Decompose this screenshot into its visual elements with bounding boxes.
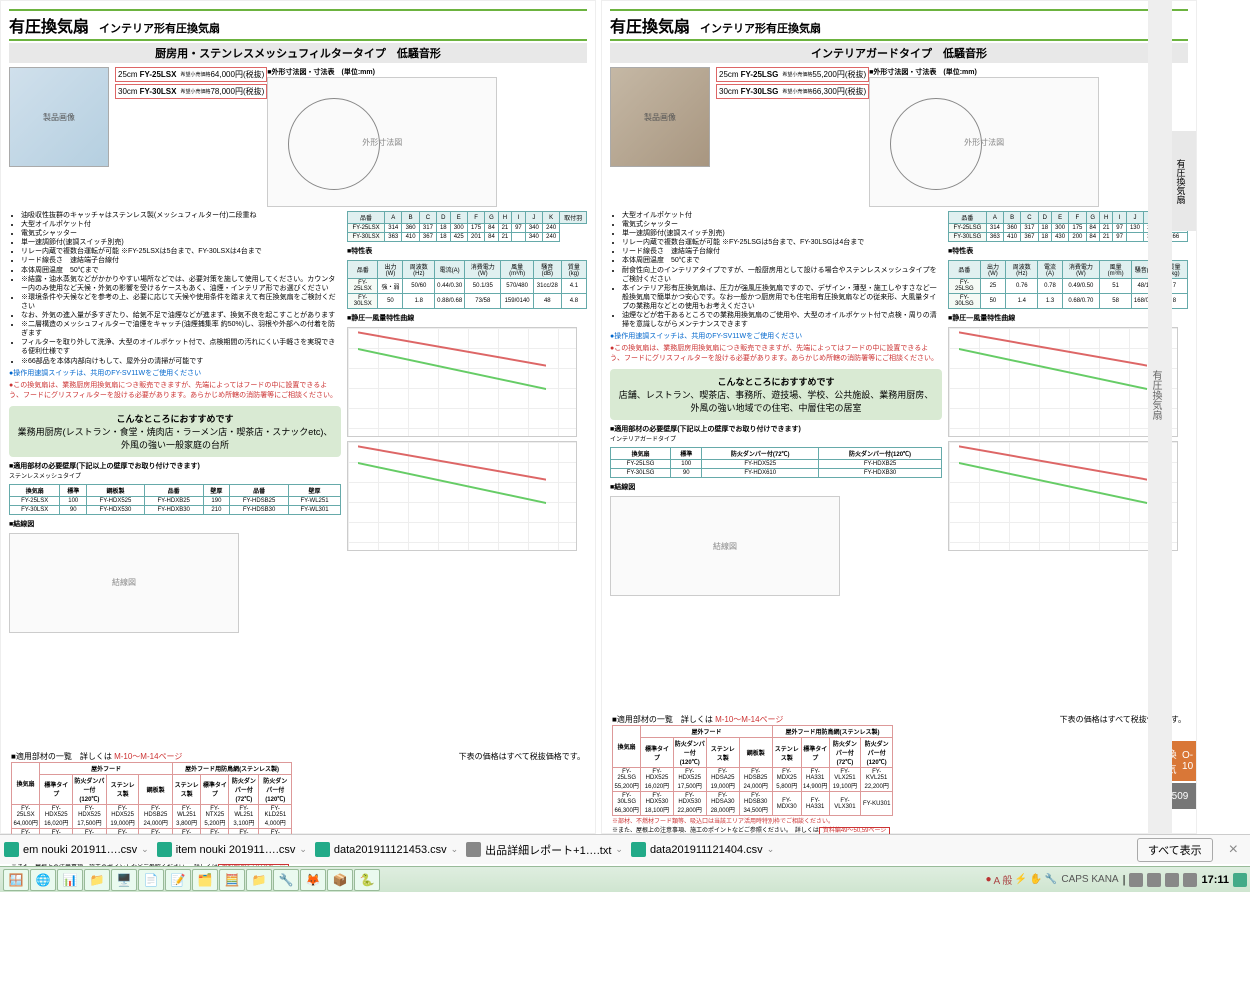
feature-bullets: 油吸収性抜群のキャッチャはステンレス製(メッシュフィルター付)二段重ね 大型オイ… bbox=[9, 211, 341, 366]
product-image: 製品画像 bbox=[610, 67, 710, 167]
close-downloads-button[interactable]: × bbox=[1221, 841, 1246, 859]
parts-section-label: ■適用部材の必要壁厚(下記以上の壁厚でお取り付けできます) bbox=[610, 424, 942, 434]
tray-icon[interactable] bbox=[1183, 873, 1197, 887]
page-title: インテリアガードタイプ 低騒音形 bbox=[610, 43, 1188, 63]
catalog-page-left: 有圧換気扇 インテリア形有圧換気扇 厨房用・ステンレスメッシュフィルタータイプ … bbox=[0, 0, 596, 834]
csv-file-icon bbox=[315, 842, 330, 857]
taskbar-app-button[interactable]: 🌐 bbox=[30, 869, 56, 891]
taskbar-app-button[interactable]: 🗂️ bbox=[192, 869, 218, 891]
parts-table: 換気扇標準防火ダンパー付(72℃)防火ダンパー付(120℃) FY-25LSG1… bbox=[610, 447, 942, 478]
ime-mode-indicator[interactable]: ●A 般 ⚡ ✋ 🔧 bbox=[985, 872, 1057, 887]
wiring-label: ■結線図 bbox=[9, 519, 341, 529]
parts-section-label: ■適用部材の必要壁厚(下記以上の壁厚でお取り付けできます) bbox=[9, 461, 341, 471]
note-red: ●この換気扇は、業務厨房用換気扇につき販売できますが、先端によってはフードの中に… bbox=[9, 380, 341, 400]
wiring-diagram: 結線図 bbox=[9, 533, 239, 633]
txt-file-icon bbox=[466, 842, 481, 857]
taskbar-app-button[interactable]: 📦 bbox=[327, 869, 353, 891]
taskbar-app-button[interactable]: 🧮 bbox=[219, 869, 245, 891]
tray-icon[interactable] bbox=[1129, 873, 1143, 887]
download-item[interactable]: data201911121404.csv ⌄ bbox=[631, 842, 774, 857]
wiring-label: ■結線図 bbox=[610, 482, 942, 492]
drawing-label: ■外形寸法図・寸法表 (単位:mm) bbox=[267, 67, 497, 77]
note-red: ●この換気扇は、業務厨房用換気扇につき販売できますが、先端によってはフードの中に… bbox=[610, 343, 942, 363]
taskbar-app-button[interactable]: 📝 bbox=[165, 869, 191, 891]
price-row: 30cm FY-30LSG 希望小売価格 66,300円(税抜) bbox=[716, 84, 869, 99]
csv-file-icon bbox=[4, 842, 19, 857]
download-filename: 出品詳細レポート+1….txt bbox=[485, 842, 611, 858]
note-blue: ●操作用速調スイッチは、共用のFY-SV11Wをご使用ください bbox=[610, 331, 942, 341]
price-row: 25cm FY-25LSX 希望小売価格 64,000円(税抜) bbox=[115, 67, 267, 82]
performance-chart-2 bbox=[948, 441, 1178, 551]
show-all-downloads-button[interactable]: すべて表示 bbox=[1137, 838, 1213, 862]
taskbar-app-button[interactable]: 🐍 bbox=[354, 869, 380, 891]
download-item[interactable]: item nouki 201911….csv⌄ bbox=[157, 842, 307, 857]
chevron-down-icon[interactable]: ⌄ bbox=[141, 844, 149, 855]
show-desktop-button[interactable] bbox=[1233, 873, 1247, 887]
spec-table: 品番出力(W)周波数(Hz)電流(A)消費電力(W)風量(m³/h)騒音(dB)… bbox=[347, 260, 587, 309]
csv-file-icon bbox=[631, 842, 646, 857]
wiring-diagram: 結線図 bbox=[610, 496, 840, 596]
performance-chart bbox=[948, 327, 1178, 437]
category-title: 有圧換気扇 bbox=[610, 13, 690, 37]
technical-drawing: 外形寸法図 bbox=[267, 77, 497, 207]
performance-chart-2 bbox=[347, 441, 577, 551]
download-item[interactable]: 出品詳細レポート+1….txt ⌄ bbox=[466, 842, 623, 858]
chevron-down-icon[interactable]: ⌄ bbox=[451, 844, 459, 855]
recommend-box: こんなところにおすすめです 業務用厨房(レストラン・食堂・焼肉店・ラーメン店・喫… bbox=[9, 406, 341, 457]
download-filename: data201911121453.csv bbox=[334, 844, 447, 856]
tray-icon[interactable] bbox=[1165, 873, 1179, 887]
chevron-down-icon[interactable]: ⌄ bbox=[615, 844, 623, 855]
recommend-box: こんなところにおすすめです 店舗、レストラン、喫茶店、事務所、遊技場、学校、公共… bbox=[610, 369, 942, 420]
viewer-sidebar[interactable]: 有圧換気扇 bbox=[1148, 0, 1172, 834]
download-filename: item nouki 201911….csv bbox=[176, 844, 296, 856]
price-row: 30cm FY-30LSX 希望小売価格 78,000円(税抜) bbox=[115, 84, 267, 99]
download-filename: em nouki 201911….csv bbox=[23, 844, 137, 856]
price-row: 25cm FY-25LSG 希望小売価格 55,200円(税抜) bbox=[716, 67, 869, 82]
tray-icon[interactable] bbox=[1147, 873, 1161, 887]
taskbar-clock[interactable]: 17:11 bbox=[1201, 874, 1229, 886]
bottom-parts-table: 換気扇屋外フード屋外フード用防鳥網(ステンレス製) 標準タイプ防火ダンパー付(1… bbox=[612, 725, 893, 816]
note-blue: ●操作用速調スイッチは、共用のFY-SV11Wをご使用ください bbox=[9, 368, 341, 378]
download-item[interactable]: em nouki 201911….csv ⌄ bbox=[4, 842, 149, 857]
tray-separator: | bbox=[1123, 874, 1126, 886]
page-title: 厨房用・ステンレスメッシュフィルタータイプ 低騒音形 bbox=[9, 43, 587, 63]
taskbar-app-button[interactable]: 📁 bbox=[246, 869, 272, 891]
drawing-label: ■外形寸法図・寸法表 (単位:mm) bbox=[869, 67, 1099, 77]
taskbar-app-button[interactable]: 🔧 bbox=[273, 869, 299, 891]
windows-taskbar[interactable]: 🪟 🌐 📊 📁 🖥️ 📄 📝 🗂️ 🧮 📁 🔧 🦊 📦 🐍 ●A 般 ⚡ ✋ 🔧… bbox=[0, 866, 1250, 892]
dimension-table: 品番ABCDEFGHIJK取付羽 FY-25LSX314360317183001… bbox=[347, 211, 587, 242]
taskbar-app-button[interactable]: 📊 bbox=[57, 869, 83, 891]
parts-table: 換気扇標準鋼板製品番壁厚品番壁厚 FY-25LSX100FY-HDX525FY-… bbox=[9, 484, 341, 515]
download-filename: data201911121404.csv bbox=[650, 844, 763, 856]
catalog-page-right: 有圧換気扇 インテリア形有圧換気扇 インテリアガードタイプ 低騒音形 製品画像 … bbox=[601, 0, 1197, 834]
downloads-bar: em nouki 201911….csv ⌄ item nouki 201911…… bbox=[0, 834, 1250, 864]
start-button[interactable]: 🪟 bbox=[3, 869, 29, 891]
category-title: 有圧換気扇 bbox=[9, 13, 89, 37]
csv-file-icon bbox=[157, 842, 172, 857]
taskbar-app-button[interactable]: 📄 bbox=[138, 869, 164, 891]
ime-kana-indicator[interactable]: CAPS KANA bbox=[1061, 874, 1118, 885]
chevron-down-icon[interactable]: ⌄ bbox=[767, 844, 775, 855]
download-item[interactable]: data201911121453.csv ⌄ bbox=[315, 842, 458, 857]
feature-bullets: 大型オイルポケット付 電気式シャッター 単一速調節付(速調スイッチ別売) リレー… bbox=[610, 211, 942, 329]
product-image: 製品画像 bbox=[9, 67, 109, 167]
category-subtitle: インテリア形有圧換気扇 bbox=[99, 20, 220, 36]
taskbar-app-button[interactable]: 📁 bbox=[84, 869, 110, 891]
category-subtitle: インテリア形有圧換気扇 bbox=[700, 20, 821, 36]
performance-chart bbox=[347, 327, 577, 437]
taskbar-app-button[interactable]: 🦊 bbox=[300, 869, 326, 891]
chevron-down-icon[interactable]: ⌄ bbox=[299, 844, 307, 855]
technical-drawing: 外形寸法図 bbox=[869, 77, 1099, 207]
taskbar-app-button[interactable]: 🖥️ bbox=[111, 869, 137, 891]
